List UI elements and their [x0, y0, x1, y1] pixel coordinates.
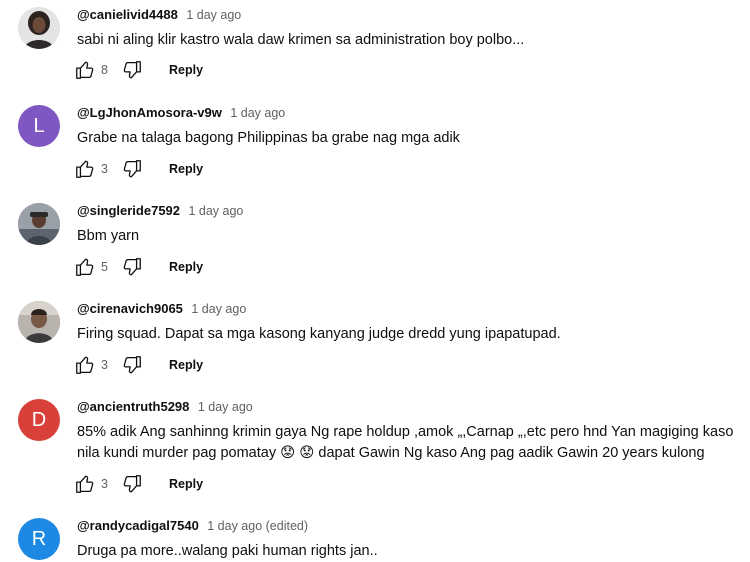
comment-author[interactable]: @canielivid4488 — [77, 7, 178, 22]
reply-button[interactable]: Reply — [169, 63, 203, 77]
comment-time[interactable]: 1 day ago (edited) — [207, 519, 308, 533]
thumbs-down-icon[interactable] — [121, 354, 143, 376]
avatar[interactable]: L — [18, 105, 60, 147]
comment-text: sabi ni aling klir kastro wala daw krime… — [77, 32, 525, 48]
avatar-letter: D — [31, 408, 47, 431]
thumbs-up-icon[interactable] — [74, 256, 96, 278]
thumbs-down-icon[interactable] — [121, 59, 143, 81]
like-count: 5 — [101, 260, 108, 274]
avatar[interactable] — [18, 301, 60, 343]
reply-button[interactable]: Reply — [169, 358, 203, 372]
comment-time[interactable]: 1 day ago — [230, 106, 285, 120]
comment-actions: 3 Reply — [74, 157, 203, 181]
avatar-photo-icon — [18, 203, 60, 245]
avatar[interactable]: R — [18, 518, 60, 560]
like-count: 3 — [101, 358, 108, 372]
thumbs-up-icon[interactable] — [74, 59, 96, 81]
reply-button[interactable]: Reply — [169, 162, 203, 176]
comment-text: Grabe na talaga bagong Philippinas ba gr… — [77, 130, 460, 146]
comment-author[interactable]: @randycadigal7540 — [77, 518, 199, 533]
comment-time[interactable]: 1 day ago — [186, 8, 241, 22]
comment-text-line: nila kundi murder pag pomatay 😟 😟 dapat … — [77, 445, 705, 461]
like-count: 3 — [101, 162, 108, 176]
comment-actions: 3 Reply — [74, 353, 203, 377]
comment-text: 85% adik Ang sanhinng krimin gaya Ng rap… — [77, 422, 742, 464]
avatar-letter: R — [31, 527, 47, 550]
thumbs-up-icon[interactable] — [74, 158, 96, 180]
comment-author[interactable]: @singleride7592 — [77, 203, 180, 218]
thumbs-down-icon[interactable] — [121, 256, 143, 278]
comment-author[interactable]: @cirenavich9065 — [77, 301, 183, 316]
avatar-letter: L — [33, 114, 45, 137]
comment-author[interactable]: @ancientruth5298 — [77, 399, 189, 414]
thumbs-down-icon[interactable] — [121, 158, 143, 180]
comment-text: Bbm yarn — [77, 228, 140, 244]
thumbs-down-icon[interactable] — [121, 473, 143, 495]
comment-text: Druga pa more..walang paki human rights … — [77, 543, 378, 559]
avatar[interactable] — [18, 203, 60, 245]
comment-time[interactable]: 1 day ago — [198, 400, 253, 414]
reply-button[interactable]: Reply — [169, 477, 203, 491]
like-count: 3 — [101, 477, 108, 491]
comment-text-line: 85% adik Ang sanhinng krimin gaya Ng rap… — [77, 424, 734, 440]
comment-actions: 8 Reply — [74, 58, 203, 82]
comment-text: Firing squad. Dapat sa mga kasong kanyan… — [77, 326, 561, 342]
thumbs-up-icon[interactable] — [74, 473, 96, 495]
like-count: 8 — [101, 63, 108, 77]
comment-actions: 3 Reply — [74, 472, 203, 496]
avatar-photo-icon — [18, 7, 60, 49]
avatar[interactable] — [18, 7, 60, 49]
reply-button[interactable]: Reply — [169, 260, 203, 274]
comment-actions: 5 Reply — [74, 255, 203, 279]
avatar[interactable]: D — [18, 399, 60, 441]
thumbs-up-icon[interactable] — [74, 354, 96, 376]
avatar-photo-icon — [18, 301, 60, 343]
comment-author[interactable]: @LgJhonAmosora-v9w — [77, 105, 222, 120]
comment-time[interactable]: 1 day ago — [188, 204, 243, 218]
comment-time[interactable]: 1 day ago — [191, 302, 246, 316]
